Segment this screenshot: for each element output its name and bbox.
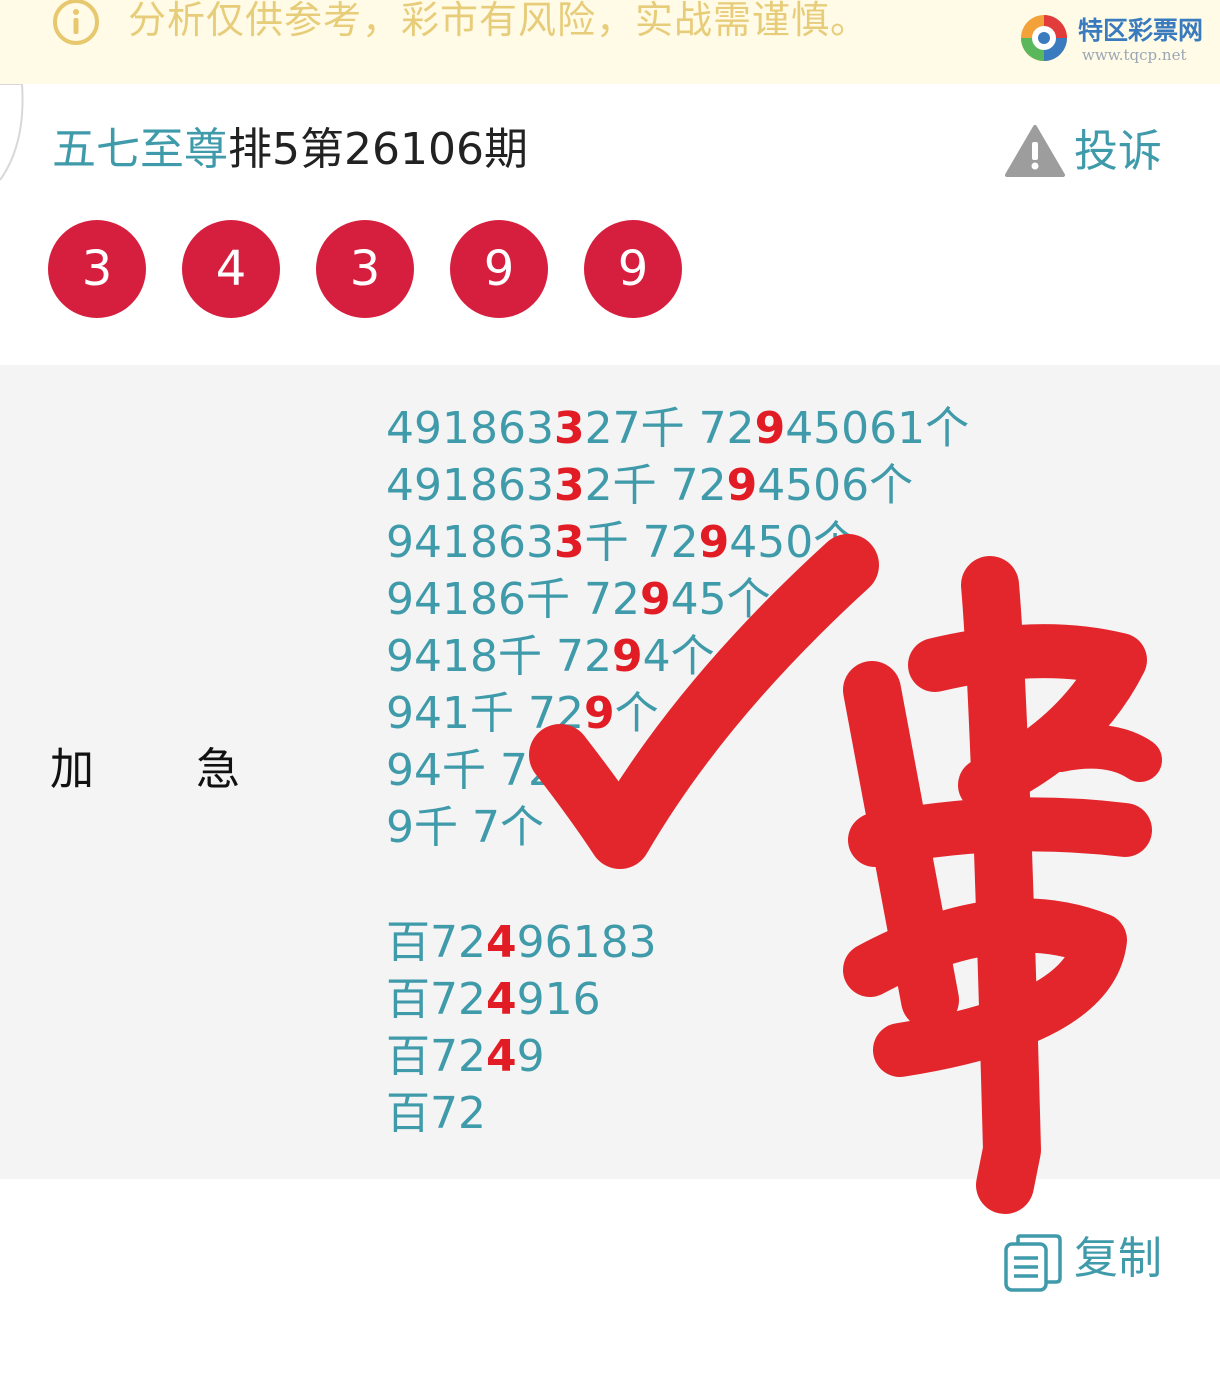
result-ball: 3 [316, 220, 414, 318]
result-ball: 9 [584, 220, 682, 318]
risk-notice-bar: 分析仅供参考，彩市有风险，实战需谨慎。 特区彩票网 www.tqcp.net [0, 0, 1220, 84]
site-watermark: 特区彩票网 www.tqcp.net [1018, 12, 1218, 70]
prediction-line: 94千 72 [386, 745, 556, 796]
issue-title: 排5第26106期 [228, 124, 528, 175]
result-ball: 4 [182, 220, 280, 318]
prediction-line: 94186千 72945个 [386, 574, 771, 625]
result-ball: 3 [48, 220, 146, 318]
prediction-line: 49186332千 7294506个 [386, 460, 914, 511]
prediction-line: 百724916 [386, 974, 601, 1025]
site-logo-icon [1021, 15, 1067, 61]
prediction-line: 9418千 7294个 [386, 631, 715, 682]
prediction-line: 9千 7个 [386, 802, 544, 853]
card-edge-decoration [0, 84, 24, 181]
copy-icon [1004, 1234, 1062, 1292]
row-label: 加 [50, 744, 94, 795]
watermark-url: www.tqcp.net [1082, 46, 1187, 64]
prediction-line: 9418633千 729450个 [386, 517, 858, 568]
complain-label: 投诉 [1074, 126, 1162, 177]
post-title: 五七至尊排5第26106期 [52, 120, 528, 180]
row-label: 急 [196, 744, 240, 795]
info-circle-icon [53, 0, 99, 45]
copy-label: 复制 [1074, 1233, 1162, 1284]
result-ball: 9 [450, 220, 548, 318]
prediction-line: 491863327千 72945061个 [386, 403, 970, 454]
notice-text: 分析仅供参考，彩市有风险，实战需谨慎。 [128, 0, 870, 42]
prediction-line: 百72496183 [386, 917, 657, 968]
prediction-lines: 491863327千 72945061个 49186332千 7294506个 … [386, 400, 969, 1142]
warning-icon [1005, 125, 1065, 177]
prediction-line: 百72 [386, 1088, 486, 1139]
author-link[interactable]: 五七至尊 [52, 124, 228, 175]
watermark-name: 特区彩票网 [1078, 16, 1204, 45]
prediction-line: 百7249 [386, 1031, 545, 1082]
prediction-line: 941千 729个 [386, 688, 659, 739]
